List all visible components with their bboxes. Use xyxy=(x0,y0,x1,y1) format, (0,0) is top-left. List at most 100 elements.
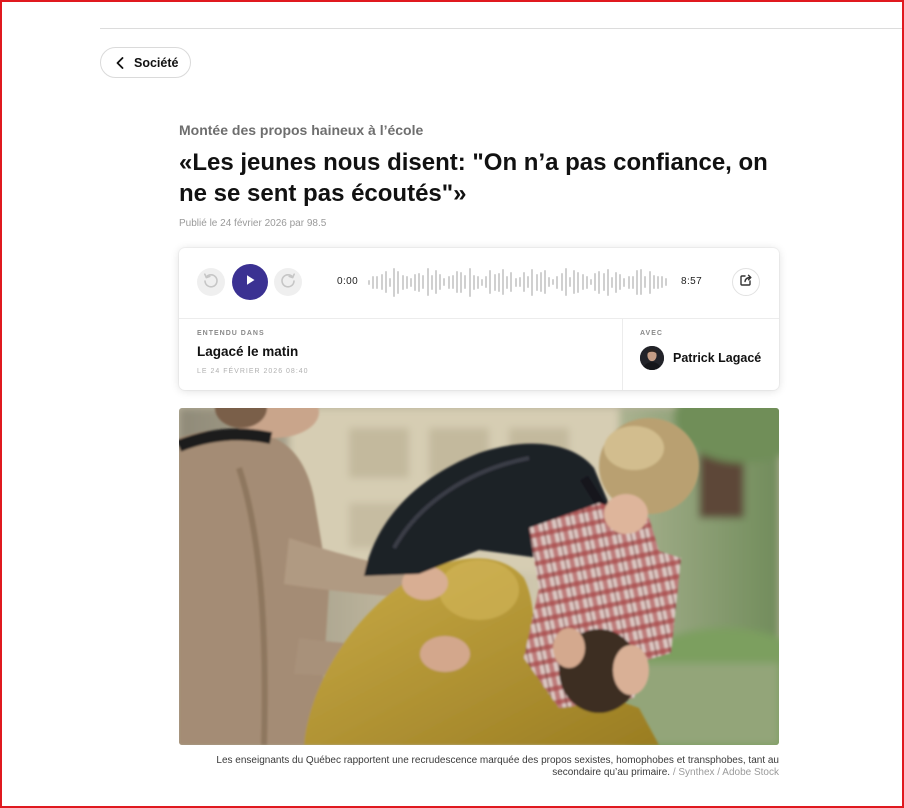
current-time: 0:00 xyxy=(337,276,359,287)
waveform-bar xyxy=(405,275,408,289)
waveform-bar xyxy=(455,271,458,293)
waveform-bar xyxy=(376,275,379,289)
waveform-bar xyxy=(485,276,488,288)
player-divider xyxy=(179,318,779,319)
waveform-bar xyxy=(460,271,463,293)
article-image xyxy=(179,408,779,745)
waveform-bar xyxy=(388,277,391,287)
waveform-bar xyxy=(548,277,551,287)
waveform-bar xyxy=(615,271,618,293)
chevron-left-icon xyxy=(116,56,124,69)
waveform-bar xyxy=(414,273,417,291)
article-title: «Les jeunes nous disent: "On n’a pas con… xyxy=(179,149,768,207)
waveform-bar xyxy=(439,274,442,290)
waveform-bar xyxy=(556,275,559,289)
waveform-bar xyxy=(393,267,396,297)
image-caption: Les enseignants du Québec rapportent une… xyxy=(179,755,779,779)
waveform-bar xyxy=(426,268,429,296)
waveform-bar xyxy=(451,275,454,289)
article-byline: Publié le 24 février 2026 par 98.5 xyxy=(179,218,327,229)
waveform-bar xyxy=(543,270,546,294)
waveform-bar xyxy=(619,274,622,290)
heard-in-label: ENTENDU DANS xyxy=(197,330,265,337)
waveform[interactable] xyxy=(368,266,668,298)
waveform-bar xyxy=(502,269,504,295)
share-button[interactable] xyxy=(732,268,760,296)
show-name-link[interactable]: Lagacé le matin xyxy=(197,344,298,360)
waveform-bar xyxy=(430,274,433,290)
waveform-bar xyxy=(606,268,609,296)
waveform-bar xyxy=(656,275,659,289)
waveform-bar xyxy=(372,275,375,289)
waveform-bar xyxy=(493,273,496,291)
waveform-bar xyxy=(443,278,446,286)
waveform-bar xyxy=(631,275,634,289)
column-divider xyxy=(622,319,623,390)
waveform-bar xyxy=(397,270,400,294)
waveform-bar xyxy=(552,279,555,285)
article-photo xyxy=(179,408,779,745)
waveform-bar xyxy=(497,272,500,292)
waveform-bar xyxy=(380,274,383,290)
image-credit: / Synthex / Adobe Stock xyxy=(672,767,779,778)
forward-button[interactable] xyxy=(274,268,302,296)
waveform-bar xyxy=(602,273,605,291)
waveform-bar xyxy=(598,270,601,294)
rewind-button[interactable] xyxy=(197,268,225,296)
waveform-bar xyxy=(527,276,530,288)
play-button[interactable] xyxy=(232,264,268,300)
waveform-bar xyxy=(418,272,421,292)
waveform-bar xyxy=(623,277,626,287)
duration: 8:57 xyxy=(681,276,703,287)
waveform-bar xyxy=(644,276,647,288)
waveform-bar xyxy=(564,268,567,296)
waveform-bar xyxy=(506,275,509,289)
waveform-bar xyxy=(560,273,563,291)
waveform-bar xyxy=(401,274,404,290)
host-name-link[interactable]: Patrick Lagacé xyxy=(673,350,761,366)
waveform-bar xyxy=(514,277,517,287)
rewind-icon xyxy=(202,271,220,294)
waveform-bar xyxy=(368,279,370,285)
waveform-bar xyxy=(510,272,513,292)
waveform-bar xyxy=(661,276,664,288)
waveform-bar xyxy=(468,267,471,297)
back-button[interactable]: Société xyxy=(100,47,191,78)
waveform-bar xyxy=(589,279,592,285)
waveform-bar xyxy=(648,270,651,294)
waveform-bar xyxy=(489,270,492,294)
share-icon xyxy=(739,273,753,292)
waveform-bar xyxy=(476,275,479,289)
waveform-bar xyxy=(531,268,534,296)
audio-player: 0:00 8:57 ENTENDU DANS Lagacé le matin L… xyxy=(179,248,779,390)
waveform-bar xyxy=(610,276,613,288)
waveform-bar xyxy=(447,275,450,289)
waveform-bar xyxy=(539,272,542,292)
waveform-bar xyxy=(435,270,437,294)
waveform-bar xyxy=(665,278,668,286)
play-icon xyxy=(243,273,257,292)
with-label: AVEC xyxy=(640,330,663,337)
waveform-bar xyxy=(652,275,655,289)
waveform-bar xyxy=(581,274,584,290)
waveform-bar xyxy=(464,275,467,289)
back-button-label: Société xyxy=(134,55,179,70)
waveform-bar xyxy=(640,269,643,295)
waveform-bar xyxy=(535,273,538,291)
waveform-bar xyxy=(627,275,630,289)
waveform-bar xyxy=(594,273,597,291)
waveform-bar xyxy=(422,275,425,289)
waveform-bar xyxy=(481,278,484,286)
waveform-bar xyxy=(569,277,571,287)
waveform-bar xyxy=(409,277,412,287)
waveform-bar xyxy=(472,274,475,290)
article-kicker: Montée des propos haineux à l’école xyxy=(179,122,424,138)
waveform-bar xyxy=(577,271,580,293)
waveform-bar xyxy=(384,271,387,293)
host-avatar[interactable] xyxy=(640,346,664,370)
waveform-bar xyxy=(573,270,576,294)
waveform-bar xyxy=(636,269,638,295)
air-date: LE 24 FÉVRIER 2026 08:40 xyxy=(197,368,309,375)
waveform-bar xyxy=(518,277,521,287)
waveform-bar xyxy=(522,272,525,292)
